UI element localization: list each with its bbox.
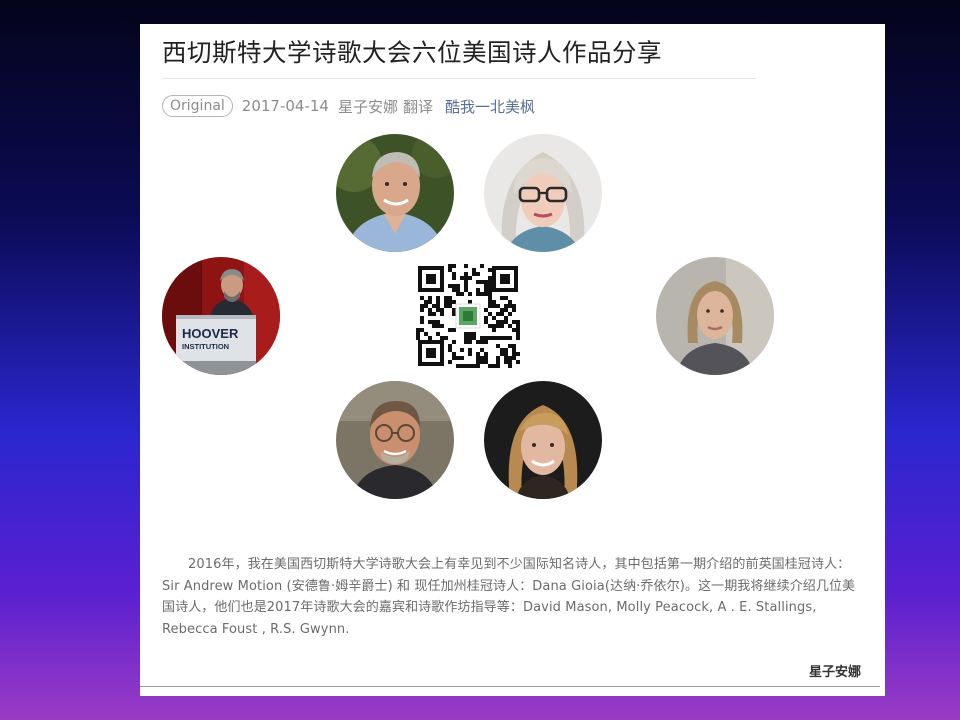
poet-portrait-4 <box>656 257 774 375</box>
title-divider <box>162 78 756 79</box>
original-badge: Original <box>162 95 233 117</box>
article-title: 西切斯特大学诗歌大会六位美国诗人作品分享 <box>162 38 662 67</box>
article-paragraph: 2016年，我在美国西切斯特大学诗歌大会上有幸见到不少国际知名诗人，其中包括第一… <box>162 557 856 637</box>
podium-sign-line2: INSTITUTION <box>182 342 229 351</box>
publish-date: 2017-04-14 <box>241 97 329 115</box>
poet-portrait-5 <box>336 381 454 499</box>
poet-portrait-6 <box>484 381 602 499</box>
author-name: 星子安娜 <box>337 97 398 116</box>
podium-sign-line1: HOOVER <box>182 326 239 341</box>
author-signature: 星子安娜 <box>808 665 861 680</box>
poet-portrait-2 <box>484 134 602 252</box>
account-link[interactable]: 酷我一北美枫 <box>445 96 535 117</box>
poet-portrait-1 <box>336 134 454 252</box>
article-card: 西切斯特大学诗歌大会六位美国诗人作品分享 Original 2017-04-14… <box>140 24 885 696</box>
poet-portrait-3: HOOVER INSTITUTION <box>162 257 280 375</box>
qr-code-image[interactable] <box>416 264 520 368</box>
article-meta: Original 2017-04-14 星子安娜 翻译 酷我一北美枫 <box>162 94 535 118</box>
bottom-divider <box>140 686 880 687</box>
author-role: 翻译 <box>403 97 434 116</box>
